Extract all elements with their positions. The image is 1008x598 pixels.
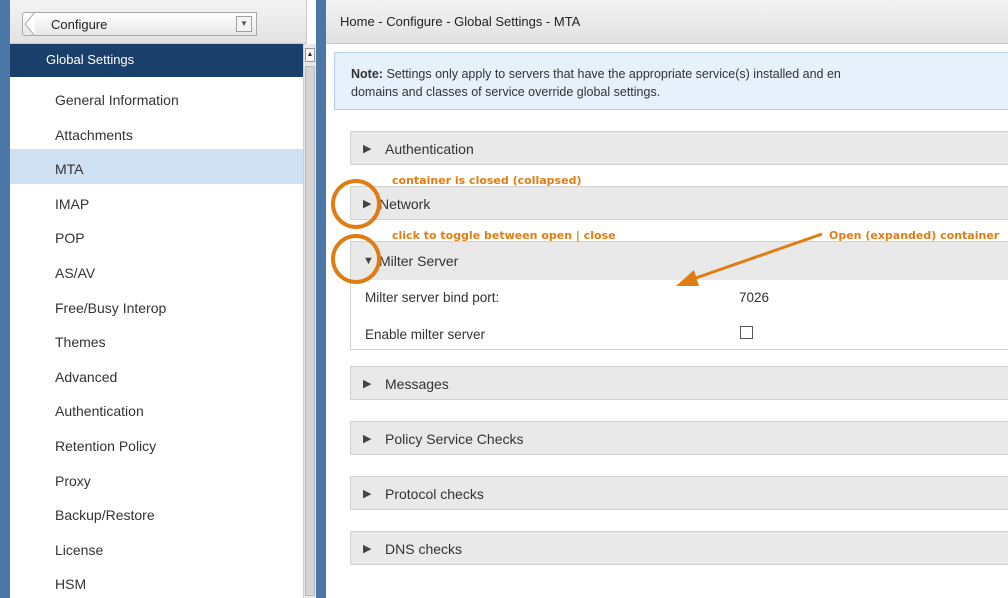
nav-item-as-av[interactable]: AS/AV [10, 253, 307, 288]
scrollbar-thumb[interactable] [305, 66, 315, 596]
section-network[interactable]: ▶ Network [350, 186, 1008, 220]
sidebar-toolbar: Configure ▼ [10, 0, 306, 44]
expand-triangle-icon[interactable]: ▶ [363, 142, 371, 155]
enable-milter-checkbox[interactable] [740, 326, 753, 339]
expand-triangle-icon[interactable]: ▶ [363, 432, 371, 445]
nav-item-retention-policy[interactable]: Retention Policy [10, 426, 307, 461]
nav-item-license[interactable]: License [10, 530, 307, 565]
sidebar: Configure ▼ Global Settings General Info… [10, 0, 307, 598]
scroll-up-icon[interactable]: ▲ [305, 48, 315, 62]
section-title: Authentication [385, 141, 474, 157]
sidebar-scrollbar[interactable]: ▲ [303, 44, 316, 598]
section-policy-service-checks[interactable]: ▶ Policy Service Checks [350, 421, 1008, 455]
nav-list: General Information Attachments MTA IMAP… [10, 80, 307, 598]
main-panel: Home - Configure - Global Settings - MTA… [326, 0, 1008, 598]
chevron-down-icon[interactable]: ▼ [236, 16, 252, 32]
note-label: Note: [351, 67, 383, 81]
annotation-closed: container is closed (collapsed) [392, 174, 582, 187]
nav-item-mta[interactable]: MTA [10, 149, 307, 184]
section-protocol-checks[interactable]: ▶ Protocol checks [350, 476, 1008, 510]
note-text-line1: Settings only apply to servers that have… [386, 67, 841, 81]
section-title: Protocol checks [385, 486, 484, 502]
nav-item-general-information[interactable]: General Information [10, 80, 307, 115]
expand-triangle-icon[interactable]: ▶ [363, 487, 371, 500]
nav-item-themes[interactable]: Themes [10, 322, 307, 357]
section-messages[interactable]: ▶ Messages [350, 366, 1008, 400]
note-text-line2: domains and classes of service override … [351, 85, 661, 99]
section-milter-server[interactable]: ▼ Milter Server [350, 241, 1008, 281]
milter-server-body: Milter server bind port: 7026 Enable mil… [350, 280, 1008, 350]
section-title: Policy Service Checks [385, 431, 524, 447]
nav-item-backup-restore[interactable]: Backup/Restore [10, 495, 307, 530]
expand-triangle-icon[interactable]: ▶ [363, 542, 371, 555]
nav-item-free-busy-interop[interactable]: Free/Busy Interop [10, 288, 307, 323]
window-frame-left [0, 0, 10, 598]
breadcrumb: Home - Configure - Global Settings - MTA [326, 0, 1008, 44]
annotation-open: Open (expanded) container [829, 229, 1000, 242]
panel-splitter[interactable] [316, 0, 326, 598]
section-authentication[interactable]: ▶ Authentication [350, 131, 1008, 165]
configure-label: Configure [51, 17, 108, 32]
back-arrow-icon[interactable] [22, 12, 36, 36]
enable-milter-label: Enable milter server [365, 327, 486, 342]
section-title: DNS checks [385, 541, 463, 557]
note-banner: Note: Settings only apply to servers tha… [334, 52, 1008, 110]
section-title: Network [379, 196, 431, 212]
collapse-triangle-icon[interactable]: ▼ [363, 255, 374, 267]
section-dns-checks[interactable]: ▶ DNS checks [350, 531, 1008, 565]
milter-bind-port-value[interactable]: 7026 [739, 290, 769, 305]
nav-item-authentication[interactable]: Authentication [10, 391, 307, 426]
nav-item-advanced[interactable]: Advanced [10, 357, 307, 392]
nav-item-hsm[interactable]: HSM [10, 564, 307, 598]
expand-triangle-icon[interactable]: ▶ [363, 377, 371, 390]
nav-item-pop[interactable]: POP [10, 218, 307, 253]
milter-bind-port-label: Milter server bind port: [365, 290, 500, 305]
configure-dropdown[interactable]: Configure ▼ [22, 12, 257, 36]
annotation-toggle: click to toggle between open | close [392, 229, 616, 242]
nav-item-attachments[interactable]: Attachments [10, 115, 307, 150]
nav-item-proxy[interactable]: Proxy [10, 461, 307, 496]
section-title: Messages [385, 376, 449, 392]
expand-triangle-icon[interactable]: ▶ [363, 197, 371, 210]
nav-header-global-settings[interactable]: Global Settings [10, 44, 307, 77]
nav-item-imap[interactable]: IMAP [10, 184, 307, 219]
section-title: Milter Server [379, 253, 459, 269]
